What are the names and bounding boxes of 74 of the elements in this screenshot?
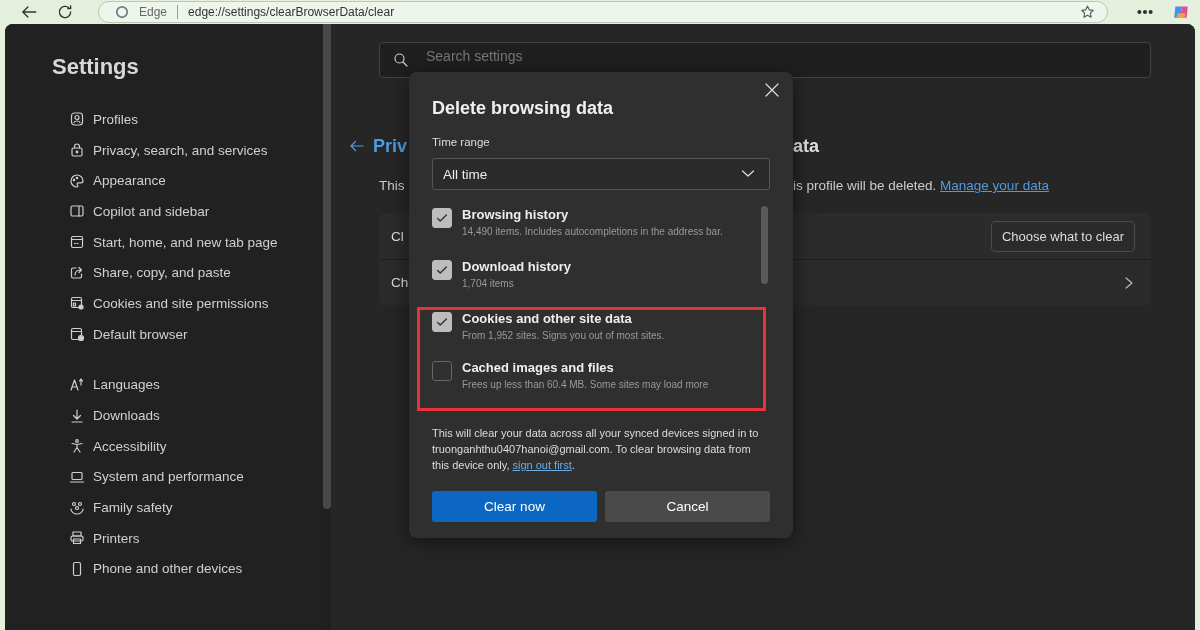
sidebar-item-icon [69,326,85,343]
clear-now-button[interactable]: Clear now [432,491,597,522]
address-bar[interactable]: Edge edge://settings/clearBrowserData/clear [98,1,1108,23]
sidebar-item[interactable]: Default browser [52,318,323,350]
option-detail: 1,704 items [462,277,515,291]
sidebar-item[interactable]: Accessibility [52,430,323,462]
option-detail: From 1,952 sites. Signs you out of most sites. [462,329,665,343]
sidebar-item[interactable]: Family safety [52,492,323,523]
sync-notice: This will clear your data across all your synced devices signed in to truonganhthu0407hanoi@gmail.com. To clear browsing data from this device only, sign out first. [432,426,760,473]
sidebar-item-icon [69,142,85,159]
option-title: Cached images and files [462,359,615,377]
url-text: edge://settings/clearBrowserData/clear [188,5,396,19]
option-detail: 14,490 items. Includes autocompletions in the address bar. [462,225,723,239]
browser-logo-icon [115,3,129,21]
assistant-logo-icon[interactable] [1172,3,1190,21]
field-label: Time range [432,136,491,148]
sidebar-item[interactable]: Downloads [52,400,323,431]
sidebar-item-icon [69,295,85,312]
choose-button[interactable]: Choose what to clear [990,220,1135,252]
page-title: ata [793,135,820,158]
sidebar-item-icon [69,438,85,455]
option-title: Download history [462,258,572,276]
time-range-dropdown[interactable]: All time [432,158,770,190]
sidebar-item[interactable]: Languages [52,369,323,401]
sidebar-item-icon [69,172,85,189]
checkbox[interactable] [432,208,452,228]
sidebar-item[interactable]: Privacy, search, and services [52,134,323,166]
option-title: Cookies and other site data [462,310,633,328]
check-icon [435,315,449,329]
sidebar-item-icon [69,376,85,393]
sidebar-item[interactable]: Start, home, and new tab page [52,226,323,258]
scrollbar-thumb[interactable] [761,206,768,284]
option-detail: Frees up less than 60.4 MB. Some sites may load more [462,378,709,392]
sidebar-item-icon [69,203,85,220]
sidebar-item[interactable]: Cookies and site permissions [52,288,323,319]
refresh-icon[interactable] [56,3,74,21]
sidebar-item[interactable]: Copilot and sidebar [52,196,323,227]
intro-text: This [378,177,406,195]
checkbox[interactable] [432,260,452,280]
scrollbar-thumb[interactable] [323,24,331,509]
sidebar-item[interactable]: Appearance [52,165,323,197]
back-arrow-icon[interactable] [349,138,365,154]
sidebar-item[interactable]: System and performance [52,461,323,493]
close-icon[interactable] [764,82,780,98]
caret-icon [741,169,755,179]
sidebar-item[interactable]: Profiles [52,104,323,135]
manage-data-link[interactable]: Manage your data [940,178,1049,193]
sidebar-item-icon [69,264,85,281]
back-icon[interactable] [20,3,38,21]
sidebar-item-icon [69,234,85,251]
sidebar-item-icon [69,407,85,424]
intro-text: is profile will be deleted. [793,178,938,193]
sidebar-item[interactable]: Phone and other devices [52,553,323,585]
dialog-title: Delete browsing data [432,97,615,120]
option-title: Browsing history [462,206,570,224]
sidebar-item[interactable]: Share, copy, and paste [52,257,323,289]
checkbox[interactable] [432,361,452,381]
page-title: Priv [373,135,408,157]
sidebar-item-icon [69,111,85,128]
search-field[interactable]: Search settings [379,42,1151,78]
sidebar-title: Settings [52,54,140,80]
checkbox[interactable] [432,312,452,332]
check-icon [435,263,449,277]
search-icon [393,52,409,68]
check-icon [435,211,449,225]
star-icon[interactable] [1080,3,1095,21]
row-label: Cl [390,227,405,246]
sidebar-item-icon [69,530,85,547]
sign-out-link[interactable]: sign out first [512,459,572,471]
chevron-right-icon[interactable] [1123,275,1135,290]
sidebar-item[interactable]: Printers [52,522,323,554]
cancel-button[interactable]: Cancel [605,491,770,522]
browser-name: Edge [139,5,168,19]
sidebar-item-icon [69,499,85,516]
